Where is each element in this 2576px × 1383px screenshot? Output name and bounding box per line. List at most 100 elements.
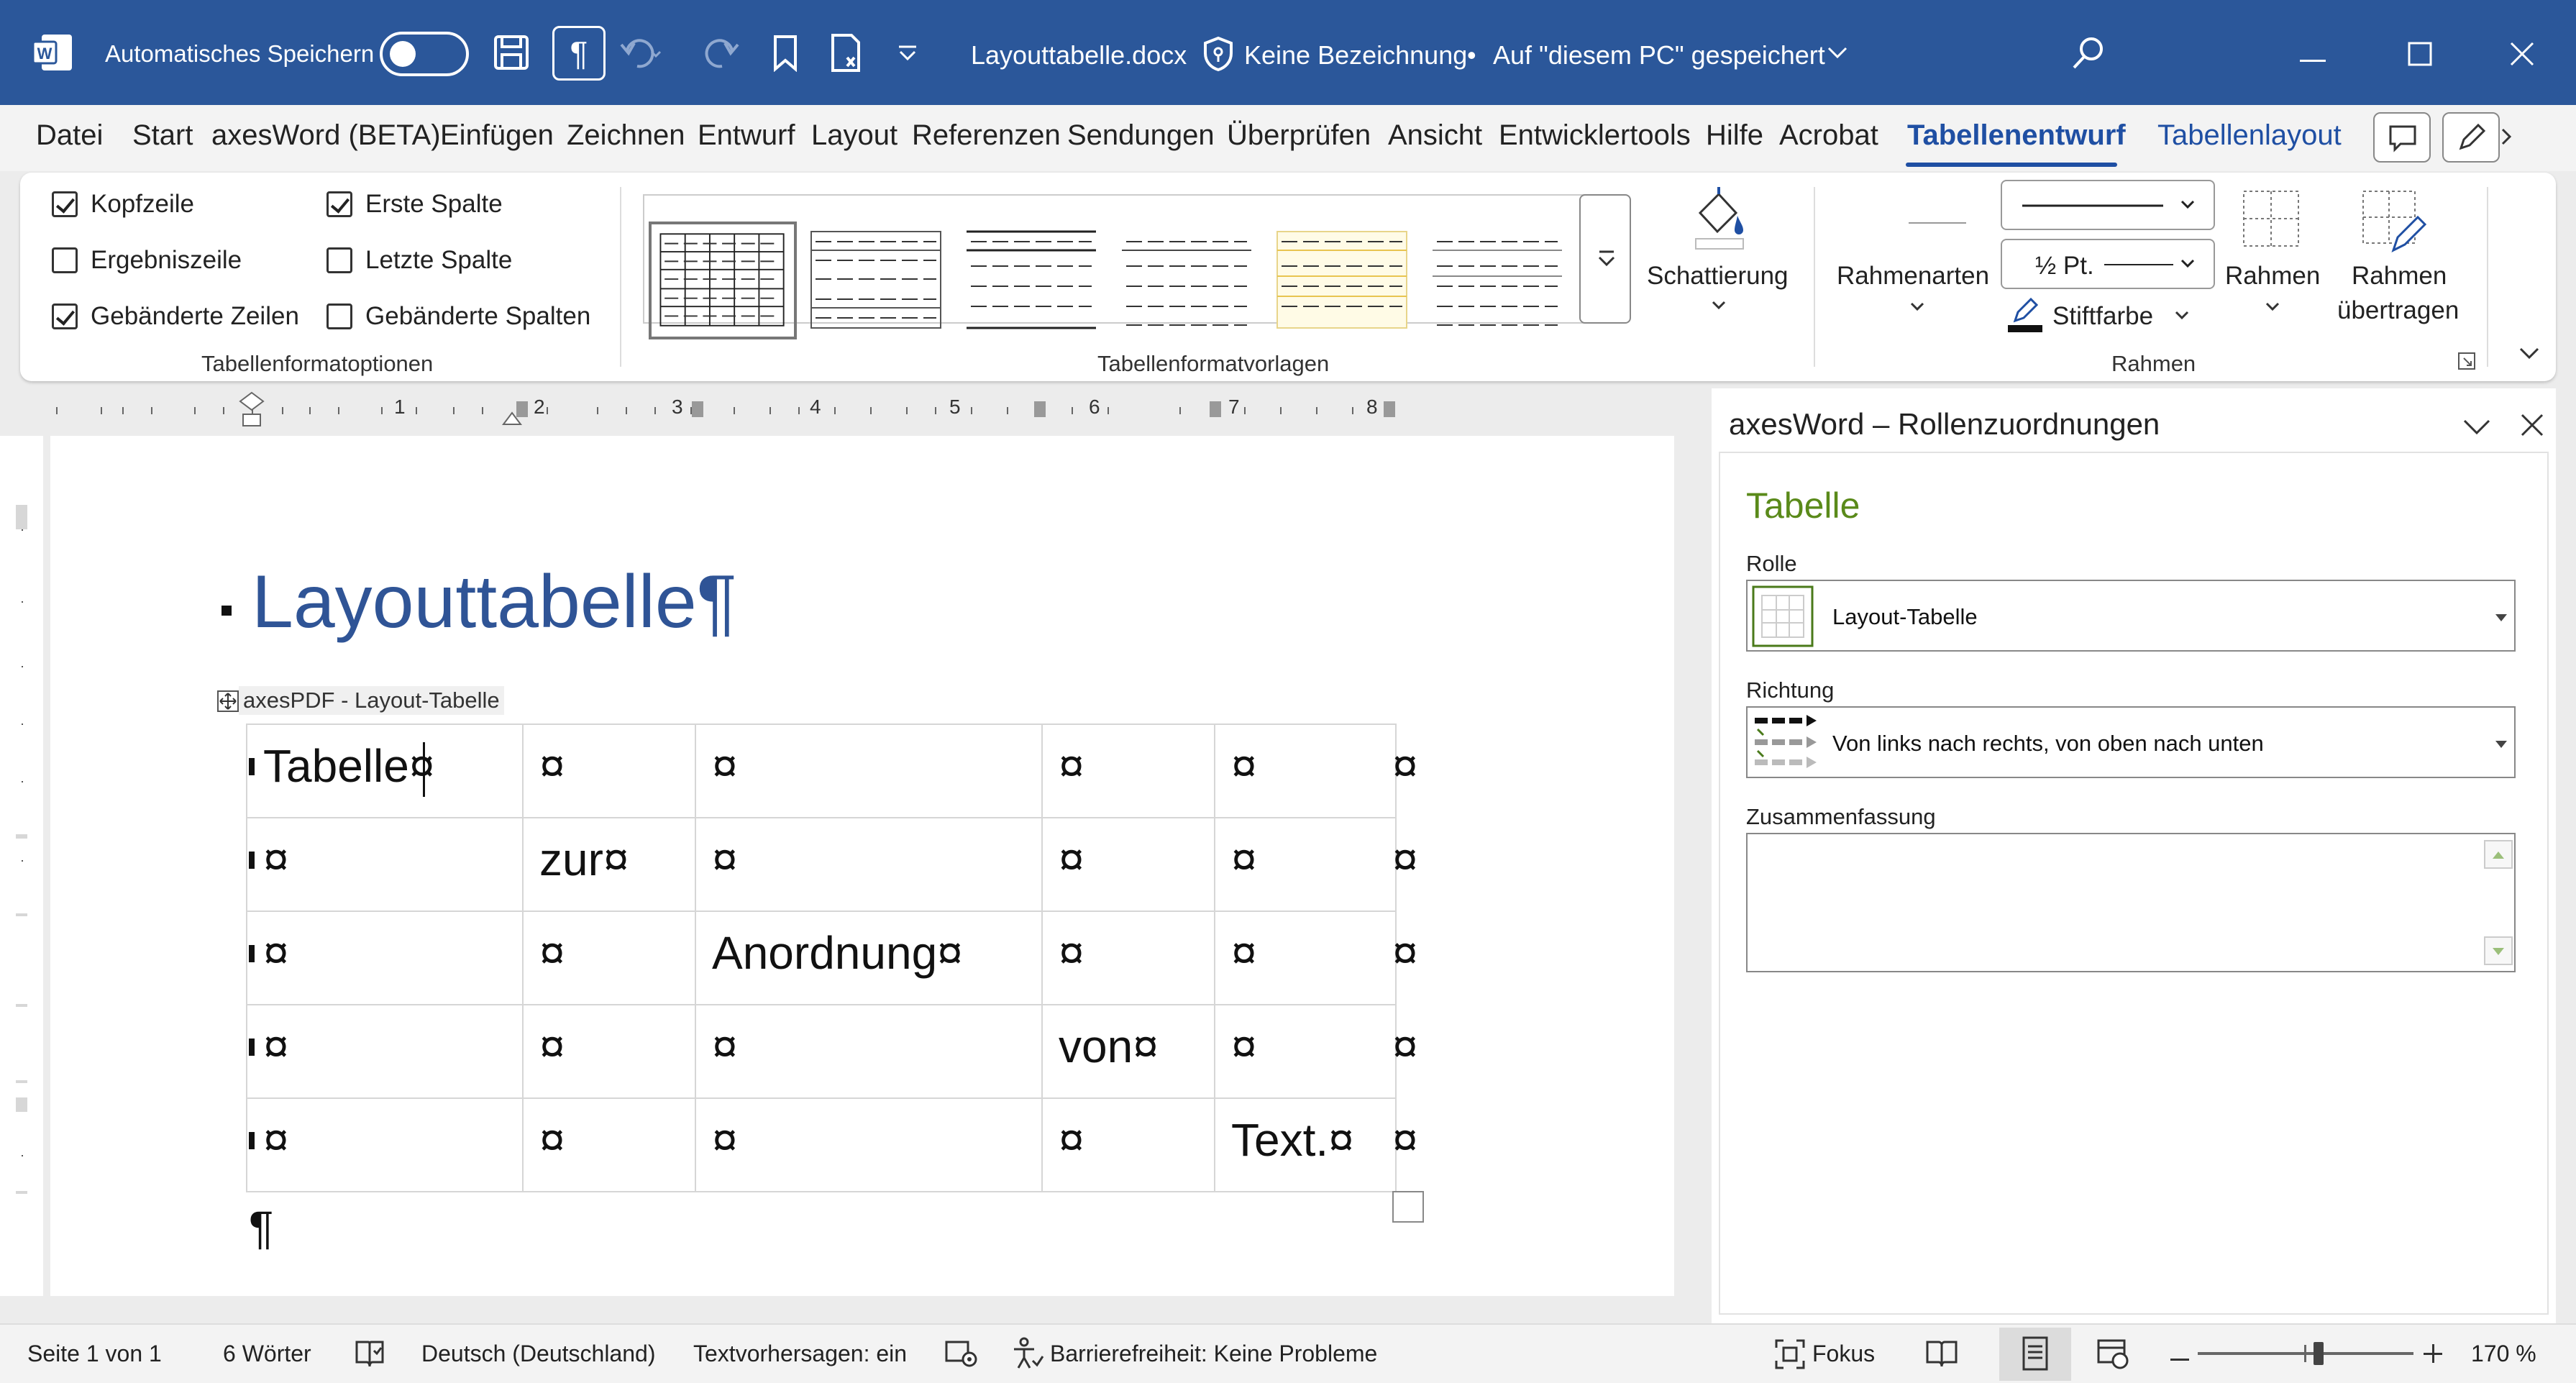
search-icon[interactable] — [2071, 36, 2104, 74]
autosave-toggle[interactable] — [380, 32, 469, 76]
table-cell[interactable]: ¤ — [539, 1020, 565, 1073]
minimize-icon[interactable] — [2300, 53, 2326, 66]
document-page[interactable]: Layouttabelle¶ axesPDF - Layout-Tabelle … — [50, 436, 1674, 1296]
pane-options-chevron-icon[interactable] — [2462, 419, 2491, 439]
zoom-out-icon[interactable] — [2170, 1352, 2189, 1365]
gallery-expand-button[interactable] — [1579, 194, 1631, 324]
table-cell[interactable]: ¤ — [263, 926, 289, 980]
table-cell[interactable]: ¤ — [1231, 1020, 1257, 1073]
web-layout-icon[interactable] — [2096, 1338, 2130, 1373]
border-styles-preview[interactable] — [1909, 216, 1966, 229]
menu-entwicklertools[interactable]: Entwicklertools — [1499, 119, 1691, 152]
table-cell[interactable]: ¤ — [712, 1113, 738, 1167]
sensitivity-shield-icon[interactable] — [1202, 36, 1234, 76]
border-styles-chevron-icon[interactable] — [1910, 302, 1924, 316]
menu-start[interactable]: Start — [132, 119, 193, 152]
table-cell[interactable]: ¤ — [712, 833, 738, 886]
menu-einfuegen[interactable]: Einfügen — [440, 119, 554, 152]
table-cell[interactable]: ¤ — [539, 1113, 565, 1167]
bookmark-icon[interactable] — [772, 35, 798, 76]
direction-dropdown-arrow-icon[interactable] — [2495, 741, 2507, 748]
table-cell[interactable]: Anordnung¤ — [712, 926, 963, 980]
table-style-5[interactable] — [1269, 222, 1417, 339]
menu-referenzen[interactable]: Referenzen — [912, 119, 1061, 152]
table-cell[interactable]: zur¤ — [539, 833, 629, 886]
border-styles-button[interactable]: Rahmenarten — [1837, 262, 1989, 291]
shading-dropdown-chevron-icon[interactable] — [1712, 301, 1726, 314]
border-painter-label-1[interactable]: Rahmen — [2352, 262, 2447, 291]
redo-icon[interactable] — [703, 35, 739, 74]
save-location[interactable]: Auf "diesem PC" gespeichert — [1493, 40, 1825, 70]
borders-button[interactable]: Rahmen — [2225, 262, 2320, 291]
table-resize-handle[interactable] — [1392, 1191, 1424, 1223]
menu-ueberpruefen[interactable]: Überprüfen — [1227, 119, 1371, 152]
table-cell[interactable]: von¤ — [1059, 1020, 1159, 1073]
borders-icon[interactable] — [2241, 188, 2301, 252]
pen-weight-dropdown[interactable]: ½ Pt. — [2001, 239, 2215, 289]
document-heading[interactable]: Layouttabelle¶ — [252, 560, 737, 645]
table-cell[interactable]: ¤ — [1231, 833, 1257, 886]
summary-scroll-up-icon[interactable] — [2484, 840, 2513, 869]
menu-sendungen[interactable]: Sendungen — [1067, 119, 1215, 152]
pane-close-icon[interactable] — [2520, 413, 2544, 441]
direction-select[interactable]: Von links nach rechts, von oben nach unt… — [1746, 706, 2516, 778]
status-page[interactable]: Seite 1 von 1 — [27, 1341, 162, 1367]
tab-tabellenentwurf[interactable]: Tabellenentwurf — [1907, 119, 2126, 152]
status-words[interactable]: 6 Wörter — [223, 1341, 311, 1367]
undo-icon[interactable] — [620, 35, 663, 74]
status-accessibility[interactable]: Barrierefreiheit: Keine Probleme — [1050, 1341, 1377, 1367]
shading-icon[interactable] — [1686, 184, 1750, 257]
close-window-icon[interactable] — [2510, 42, 2534, 70]
show-formatting-button[interactable]: ¶ — [552, 26, 606, 81]
macro-recording-icon[interactable] — [945, 1339, 978, 1371]
status-predictions[interactable]: Textvorhersagen: ein — [693, 1341, 907, 1367]
checkbox-gebaenderte-zeilen[interactable] — [52, 303, 78, 329]
sensitivity-label[interactable]: Keine Bezeichnung — [1244, 40, 1467, 70]
zoom-in-icon[interactable] — [2424, 1344, 2442, 1366]
menu-zeichnen[interactable]: Zeichnen — [567, 119, 685, 152]
role-select[interactable]: Layout-Tabelle — [1746, 580, 2516, 652]
shading-button[interactable]: Schattierung — [1647, 262, 1789, 291]
table-cell[interactable]: ¤ — [263, 1020, 289, 1073]
word-app-icon[interactable]: W — [32, 33, 73, 72]
editing-mode-button[interactable] — [2442, 112, 2500, 163]
checkbox-erste-spalte[interactable] — [326, 191, 352, 217]
table-style-3[interactable] — [958, 222, 1106, 339]
borders-dialog-launcher-icon[interactable] — [2458, 352, 2475, 373]
pen-style-dropdown[interactable] — [2001, 180, 2215, 230]
menu-axesword[interactable]: axesWord (BETA) — [211, 119, 441, 152]
print-layout-view-button[interactable] — [1999, 1328, 2071, 1381]
maximize-icon[interactable] — [2408, 42, 2432, 70]
table-cell[interactable]: ¤ — [263, 1113, 289, 1167]
read-mode-icon[interactable] — [1924, 1338, 1959, 1373]
table-style-2[interactable] — [803, 222, 951, 339]
table-cell[interactable]: ¤ — [263, 833, 289, 886]
pen-color-icon[interactable] — [2006, 296, 2044, 337]
table-cell[interactable]: ¤ — [1059, 833, 1084, 886]
table-move-handle-icon[interactable] — [217, 690, 239, 712]
table-style-4[interactable] — [1113, 222, 1261, 339]
accessibility-check-icon[interactable] — [830, 33, 867, 77]
border-painter-label-2[interactable]: übertragen — [2337, 296, 2459, 325]
status-focus[interactable]: Fokus — [1812, 1341, 1875, 1367]
menu-acrobat[interactable]: Acrobat — [1779, 119, 1878, 152]
status-zoom[interactable]: 170 % — [2471, 1341, 2536, 1367]
save-location-chevron-icon[interactable] — [1827, 46, 1848, 64]
table-cell[interactable]: ¤ — [1231, 739, 1257, 793]
table-style-grid[interactable] — [649, 222, 797, 339]
zoom-slider-thumb[interactable] — [2314, 1342, 2324, 1365]
comments-button[interactable] — [2373, 112, 2431, 163]
border-painter-icon[interactable] — [2360, 188, 2429, 261]
menu-datei[interactable]: Datei — [36, 119, 103, 152]
table-cell[interactable]: ¤ — [1059, 739, 1084, 793]
zoom-slider[interactable] — [2198, 1342, 2413, 1365]
table-style-6[interactable] — [1424, 222, 1572, 339]
table-cell[interactable]: ¤ — [1059, 926, 1084, 980]
table-cell[interactable]: ¤ — [1231, 926, 1257, 980]
table-cell[interactable]: ¤ — [1059, 1113, 1084, 1167]
summary-textarea[interactable] — [1746, 833, 2516, 972]
accessibility-icon[interactable] — [1011, 1336, 1044, 1373]
checkbox-kopfzeile[interactable] — [52, 191, 78, 217]
quick-access-customize-icon[interactable] — [898, 45, 918, 65]
role-dropdown-arrow-icon[interactable] — [2495, 614, 2507, 621]
